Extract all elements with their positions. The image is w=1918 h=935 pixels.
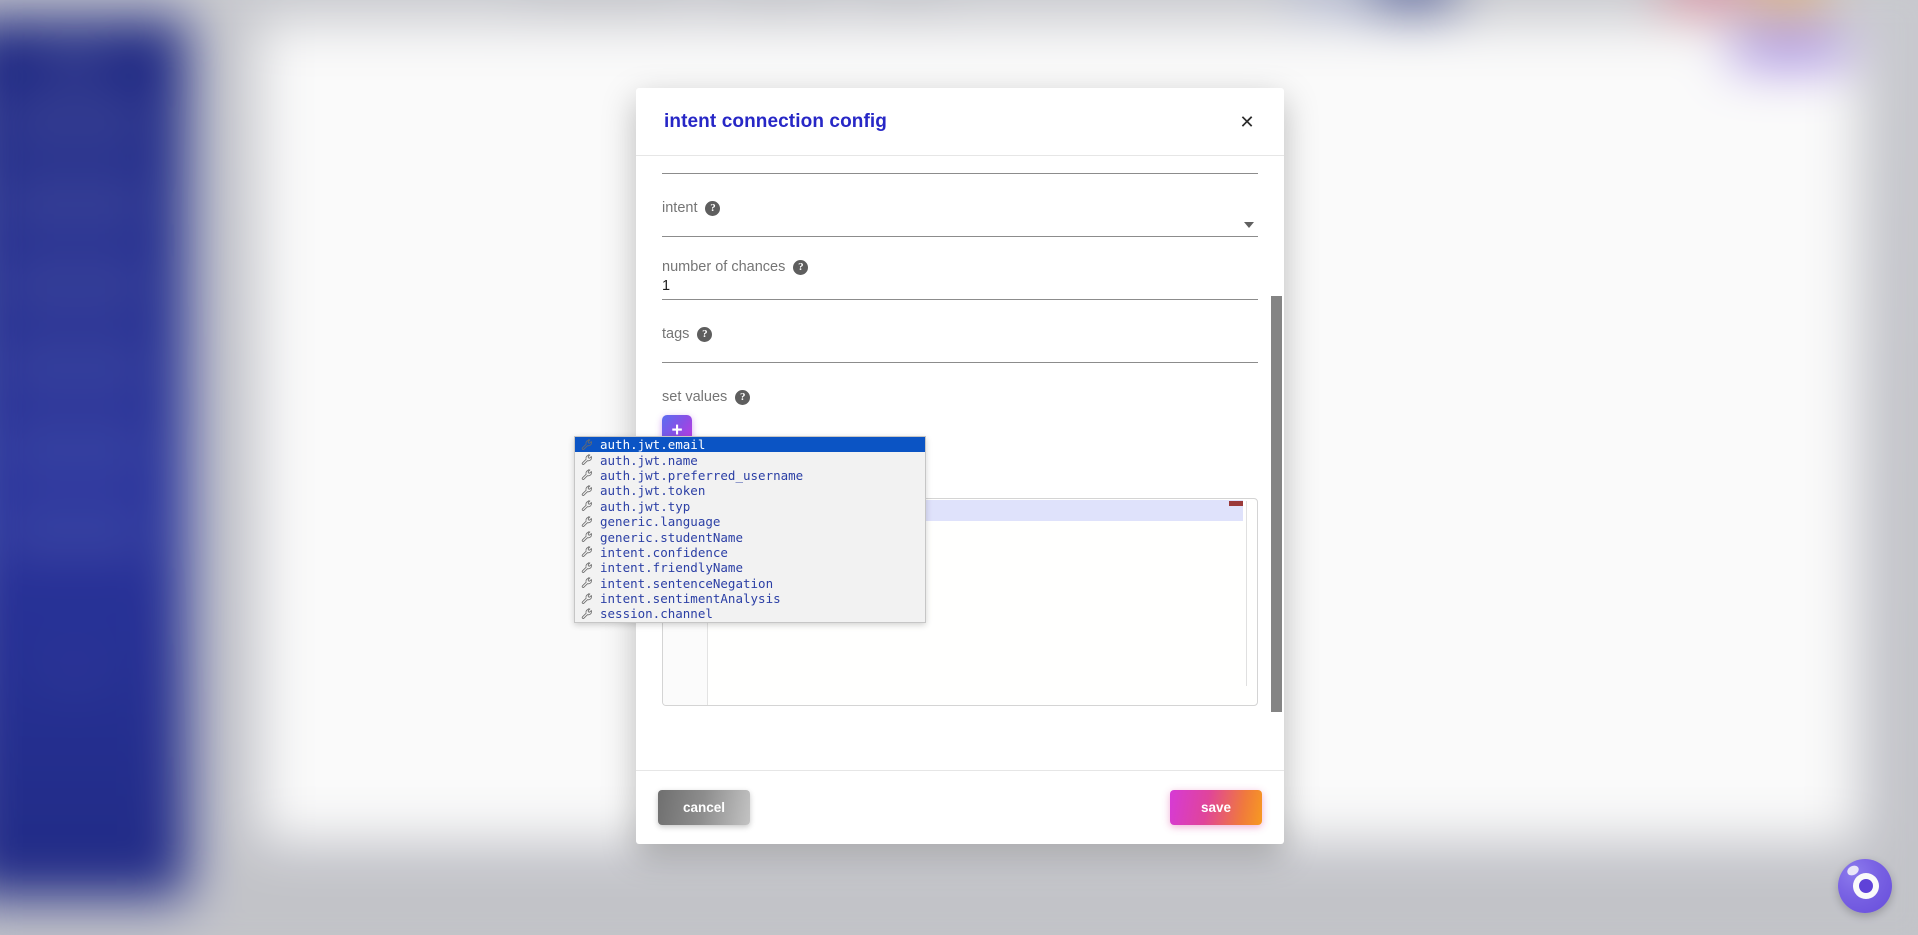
wrench-icon	[581, 546, 593, 558]
wrench-icon	[581, 500, 593, 512]
wrench-icon-svg	[581, 546, 592, 558]
wrench-icon-svg	[581, 469, 592, 481]
autocomplete-item-label: auth.jwt.typ	[600, 498, 691, 514]
autocomplete-item-label: session.channel	[600, 606, 713, 622]
wrench-icon-svg	[581, 454, 592, 465]
wrench-icon-svg	[581, 593, 592, 604]
wrench-icon-svg	[581, 500, 592, 512]
editor-vertical-scrollbar[interactable]	[1246, 501, 1255, 686]
wrench-icon-svg	[581, 485, 592, 496]
autocomplete-item-label: generic.language	[600, 514, 721, 530]
autocomplete-item[interactable]: auth.jwt.token	[575, 483, 925, 498]
autocomplete-item-label: intent.sentenceNegation	[600, 575, 774, 591]
field-intent-value[interactable]	[662, 216, 1258, 236]
autocomplete-item-label: intent.friendlyName	[600, 560, 743, 576]
field-tags-label: tags	[662, 326, 690, 342]
field-tags-label-row: tags ?	[662, 300, 1258, 342]
autocomplete-item[interactable]: intent.confidence	[575, 545, 925, 560]
wrench-icon-svg	[581, 577, 592, 589]
wrench-icon-svg	[581, 531, 592, 542]
field-intent: intent ?	[662, 174, 1258, 237]
chevron-down-icon[interactable]	[1244, 222, 1254, 228]
wrench-icon	[581, 593, 593, 605]
field-set-values-label-row: set values ?	[662, 363, 1258, 405]
wrench-icon	[581, 485, 593, 497]
autocomplete-item[interactable]: auth.jwt.name	[575, 452, 925, 468]
dialog-body-scrollbar[interactable]	[1271, 156, 1282, 770]
field-tags-input[interactable]	[662, 342, 1258, 362]
wrench-icon	[581, 516, 593, 528]
help-circle-icon[interactable]: ?	[735, 389, 751, 405]
wrench-icon	[581, 469, 593, 481]
autocomplete-item[interactable]: auth.jwt.typ	[575, 499, 925, 514]
field-number-of-chances-label-row: number of chances ?	[662, 237, 1258, 275]
code-autocomplete-popup[interactable]: auth.jwt.email auth.jwt.name auth.jwt.pref…	[574, 436, 926, 623]
autocomplete-item[interactable]: intent.friendlyName	[575, 560, 925, 575]
dialog-title: intent connection config	[664, 110, 887, 132]
autocomplete-item[interactable]: auth.jwt.email	[575, 437, 925, 453]
autocomplete-item[interactable]: session.channel	[575, 606, 925, 621]
dialog-body-scrollbar-thumb[interactable]	[1271, 296, 1282, 712]
autocomplete-item-label: intent.sentimentAnalysis	[600, 591, 781, 607]
field-number-of-chances-input[interactable]: 1	[662, 275, 1258, 299]
wrench-icon-svg	[581, 608, 592, 619]
autocomplete-item[interactable]: intent.sentimentAnalysis	[575, 591, 925, 606]
field-number-of-chances-label: number of chances	[662, 259, 786, 275]
field-intent-label: intent	[662, 200, 698, 216]
autocomplete-item-label: intent.confidence	[600, 544, 728, 560]
dialog-footer: cancel save	[636, 770, 1284, 844]
wrench-icon	[581, 531, 593, 543]
autocomplete-item-label: auth.jwt.token	[600, 483, 706, 499]
wrench-icon-svg	[581, 562, 592, 573]
autocomplete-item[interactable]: intent.sentenceNegation	[575, 576, 925, 591]
wrench-icon	[581, 562, 593, 574]
help-circle-icon[interactable]: ?	[705, 200, 721, 216]
field-intent-label-row: intent ?	[662, 174, 1258, 216]
help-circle-icon[interactable]: ?	[697, 326, 713, 342]
autocomplete-item[interactable]: auth.jwt.preferred_username	[575, 468, 925, 483]
wrench-icon-svg	[581, 516, 592, 527]
wrench-icon	[581, 439, 593, 451]
autocomplete-item[interactable]: generic.language	[575, 514, 925, 529]
cancel-button[interactable]: cancel	[658, 790, 750, 825]
field-set-values: set values ? +	[662, 363, 1258, 445]
close-icon[interactable]: ✕	[1234, 109, 1260, 135]
autocomplete-item-label: auth.jwt.email	[600, 437, 706, 453]
save-button[interactable]: save	[1170, 790, 1262, 825]
dialog-header: intent connection config ✕	[636, 88, 1284, 156]
wrench-icon	[581, 454, 593, 466]
wrench-icon	[581, 608, 593, 620]
wrench-icon-svg	[581, 439, 592, 450]
editor-error-annotation-marker	[1229, 501, 1243, 506]
wrench-icon	[581, 577, 593, 589]
field-number-of-chances: number of chances ? 1	[662, 237, 1258, 300]
autocomplete-item[interactable]: generic.studentName	[575, 529, 925, 545]
field-tags: tags ?	[662, 300, 1258, 363]
autocomplete-item-label: generic.studentName	[600, 529, 743, 545]
autocomplete-item-label: auth.jwt.name	[600, 452, 698, 468]
autocomplete-item-label: auth.jwt.preferred_username	[600, 467, 804, 483]
help-circle-icon[interactable]: ?	[793, 259, 809, 275]
field-set-values-label: set values	[662, 389, 728, 405]
